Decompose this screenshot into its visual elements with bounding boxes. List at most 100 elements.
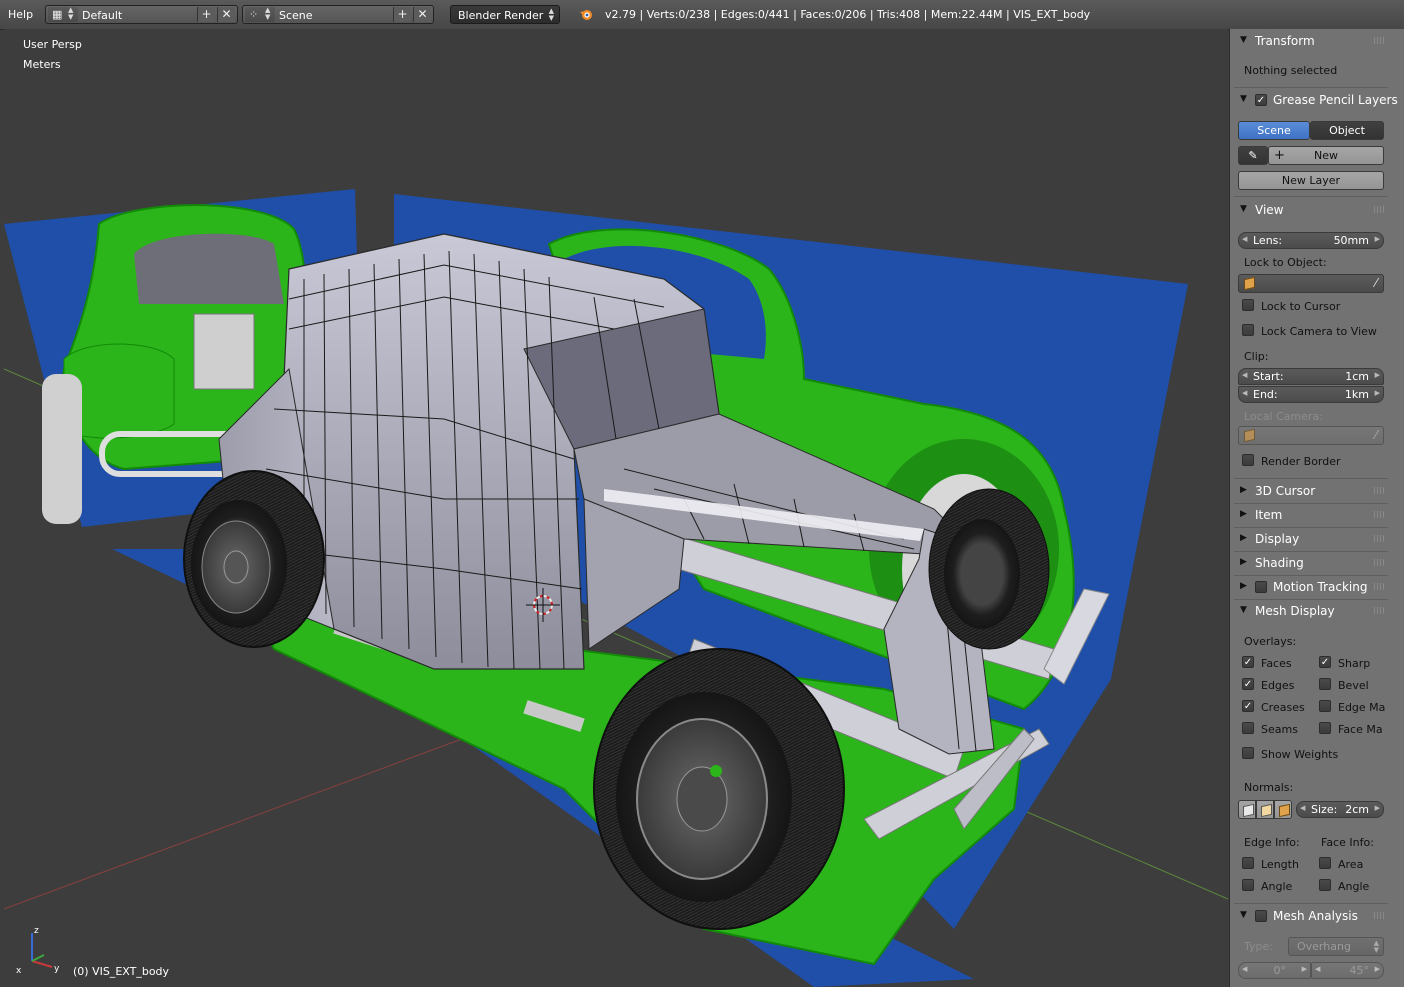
analysis-type-label: Type: — [1244, 940, 1273, 953]
collapsed-triangle-icon: ▶ — [1240, 557, 1247, 567]
edge-angle-checkbox[interactable] — [1242, 879, 1254, 891]
grease-pencil-object-tab[interactable]: Object — [1310, 121, 1384, 140]
analysis-type-value: Overhang — [1297, 940, 1351, 953]
creases-checkbox[interactable]: ✓ — [1242, 700, 1254, 712]
mesh-display-panel-header[interactable]: ▼ Mesh Display — [1234, 601, 1388, 623]
edges-checkbox[interactable]: ✓ — [1242, 678, 1254, 690]
drag-grip-icon[interactable] — [1374, 37, 1386, 44]
3d-viewport[interactable]: z x y User Persp Meters (0) VIS_EXT_body — [4, 29, 1228, 987]
vertex-normals-button[interactable] — [1238, 800, 1256, 819]
drag-grip-icon[interactable] — [1374, 607, 1386, 614]
viewport-scene[interactable]: z x y — [4, 29, 1228, 987]
edge-length-checkbox[interactable] — [1242, 857, 1254, 869]
eyedropper-icon[interactable]: ⁄ — [1375, 428, 1377, 442]
lock-to-cursor-checkbox[interactable] — [1242, 299, 1254, 311]
face-marks-checkbox[interactable] — [1319, 722, 1331, 734]
drag-grip-icon[interactable] — [1374, 487, 1386, 494]
divider — [1234, 903, 1388, 904]
view-panel-header[interactable]: ▼ View — [1234, 200, 1388, 222]
decrement-arrow-icon[interactable]: ◀ — [1242, 235, 1247, 243]
svg-text:z: z — [34, 926, 39, 936]
increment-arrow-icon[interactable]: ▶ — [1375, 389, 1380, 397]
delete-scene-button[interactable]: ✕ — [413, 7, 431, 22]
increment-arrow-icon[interactable]: ▶ — [1375, 371, 1380, 379]
increment-arrow-icon[interactable]: ▶ — [1375, 804, 1380, 812]
increment-arrow-icon[interactable]: ▶ — [1375, 235, 1380, 243]
item-panel-header[interactable]: ▶ Item — [1234, 505, 1388, 527]
faces-checkbox[interactable]: ✓ — [1242, 656, 1254, 668]
add-screen-layout-button[interactable]: + — [197, 7, 215, 22]
grease-pencil-datablock-button[interactable]: ✎ — [1238, 146, 1268, 165]
lens-value: 50mm — [1333, 234, 1369, 247]
decrement-arrow-icon[interactable]: ◀ — [1300, 804, 1305, 812]
chevron-updown-icon: ▲ ▼ — [265, 6, 271, 21]
analysis-max-field[interactable]: ◀ 45° ▶ — [1311, 962, 1384, 979]
split-normal-icon — [1261, 803, 1272, 818]
grease-pencil-new-button[interactable]: + New — [1268, 146, 1384, 165]
analysis-type-dropdown[interactable]: Overhang ▲ ▼ — [1288, 937, 1384, 956]
screen-layout-type-button[interactable]: ▦ ▲ ▼ — [48, 7, 78, 22]
motion-tracking-panel-header[interactable]: ▶ Motion Tracking — [1234, 577, 1388, 599]
edge-marks-checkbox[interactable] — [1319, 700, 1331, 712]
divider — [1234, 478, 1388, 479]
drag-grip-icon[interactable] — [1374, 206, 1386, 213]
mesh-analysis-panel-header[interactable]: ▼ Mesh Analysis — [1234, 906, 1388, 928]
analysis-min-field[interactable]: ◀ 0° ▶ — [1238, 962, 1311, 979]
bevel-checkbox[interactable] — [1319, 678, 1331, 690]
faces-label: Faces — [1261, 657, 1292, 670]
decrement-arrow-icon[interactable]: ◀ — [1242, 371, 1247, 379]
scene-name[interactable]: Scene — [279, 9, 313, 22]
local-camera-field[interactable]: ⁄ — [1238, 426, 1384, 445]
face-angle-label: Angle — [1338, 880, 1370, 893]
face-angle-checkbox[interactable] — [1319, 879, 1331, 891]
lock-camera-to-view-checkbox[interactable] — [1242, 324, 1254, 336]
increment-arrow-icon[interactable]: ▶ — [1302, 965, 1307, 973]
mesh-analysis-checkbox[interactable] — [1255, 910, 1267, 922]
grease-pencil-toggle-checkbox[interactable]: ✓ — [1255, 94, 1267, 106]
lens-field[interactable]: ◀ Lens: 50mm ▶ — [1238, 232, 1384, 249]
display-panel-header[interactable]: ▶ Display — [1234, 529, 1388, 551]
eyedropper-icon[interactable]: ⁄ — [1375, 276, 1377, 290]
grease-pencil-scene-tab[interactable]: Scene — [1238, 121, 1310, 140]
transform-title: Transform — [1255, 34, 1315, 48]
lock-to-object-field[interactable]: ⁄ — [1238, 274, 1384, 293]
clip-end-field[interactable]: ◀ End: 1km ▶ — [1238, 386, 1384, 403]
face-normals-button[interactable] — [1274, 800, 1292, 819]
vertex-normal-icon — [1243, 803, 1254, 818]
shading-panel-header[interactable]: ▶ Shading — [1234, 553, 1388, 575]
decrement-arrow-icon[interactable]: ◀ — [1242, 965, 1247, 973]
help-menu[interactable]: Help — [8, 8, 33, 21]
object-cube-icon — [1244, 276, 1255, 291]
show-weights-checkbox[interactable] — [1242, 747, 1254, 759]
seams-checkbox[interactable] — [1242, 722, 1254, 734]
face-area-checkbox[interactable] — [1319, 857, 1331, 869]
new-layer-button[interactable]: New Layer — [1238, 171, 1384, 190]
transform-status: Nothing selected — [1244, 64, 1338, 77]
delete-screen-layout-button[interactable]: ✕ — [217, 7, 235, 22]
clip-start-field[interactable]: ◀ Start: 1cm ▶ — [1238, 368, 1384, 385]
sharp-checkbox[interactable]: ✓ — [1319, 656, 1331, 668]
transform-panel-header[interactable]: ▼ Transform — [1234, 31, 1388, 53]
increment-arrow-icon[interactable]: ▶ — [1375, 965, 1380, 973]
drag-grip-icon[interactable] — [1374, 912, 1386, 919]
3d-cursor-panel-header[interactable]: ▶ 3D Cursor — [1234, 481, 1388, 503]
grease-pencil-panel-header[interactable]: ▼ ✓ Grease Pencil Layers — [1234, 90, 1398, 112]
scene-selector[interactable]: ⁘ ▲ ▼ Scene + ✕ — [242, 5, 434, 24]
scene-type-button[interactable]: ⁘ ▲ ▼ — [245, 7, 275, 22]
decrement-arrow-icon[interactable]: ◀ — [1315, 965, 1320, 973]
render-border-checkbox[interactable] — [1242, 454, 1254, 466]
motion-tracking-checkbox[interactable] — [1255, 581, 1267, 593]
screen-layout-selector[interactable]: ▦ ▲ ▼ Default + ✕ — [45, 5, 238, 24]
split-normals-button[interactable] — [1256, 800, 1274, 819]
render-engine-dropdown[interactable]: Blender Render ▲ ▼ — [450, 5, 560, 24]
analysis-max-value: 45° — [1349, 964, 1370, 977]
screen-layout-name[interactable]: Default — [82, 9, 122, 22]
add-scene-button[interactable]: + — [393, 7, 411, 22]
drag-grip-icon[interactable] — [1374, 559, 1386, 566]
edge-marks-label: Edge Ma — [1338, 701, 1386, 714]
drag-grip-icon[interactable] — [1374, 535, 1386, 542]
normals-size-field[interactable]: ◀ Size: 2cm ▶ — [1296, 801, 1384, 818]
drag-grip-icon[interactable] — [1374, 583, 1386, 590]
decrement-arrow-icon[interactable]: ◀ — [1242, 389, 1247, 397]
drag-grip-icon[interactable] — [1374, 511, 1386, 518]
